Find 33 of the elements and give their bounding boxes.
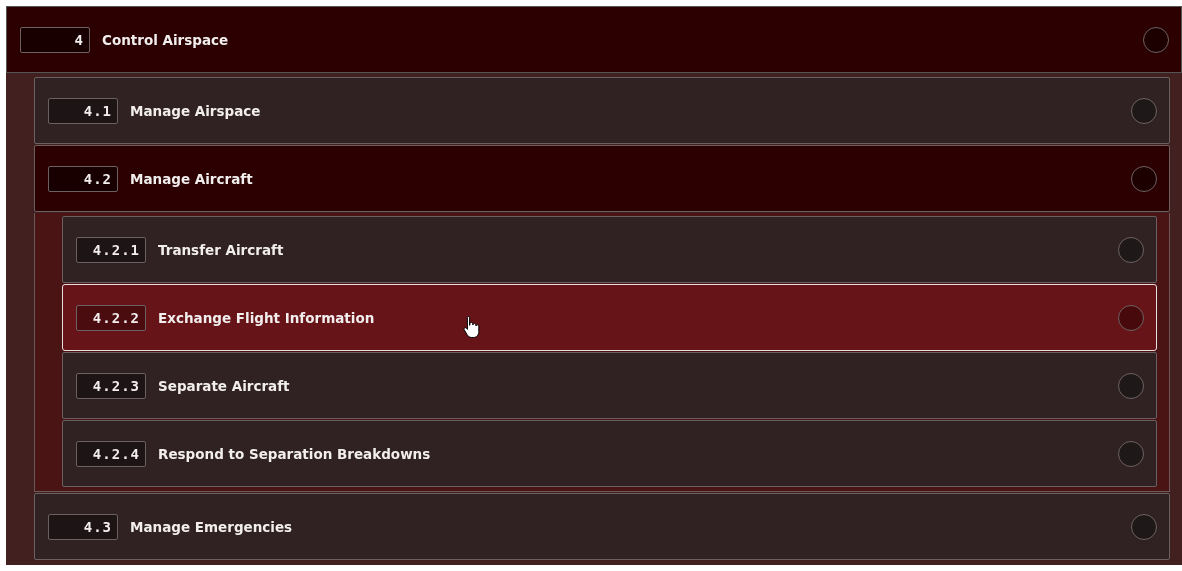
item-number: 4.1 [48, 97, 118, 124]
status-circle-icon [1118, 304, 1144, 331]
item-label: Manage Emergencies [130, 518, 293, 535]
item-number: 4.2.2 [76, 304, 146, 331]
tree-item[interactable]: 4.1 Manage Airspace [34, 77, 1170, 144]
status-circle-icon [1143, 26, 1169, 53]
item-label: Manage Aircraft [130, 170, 253, 187]
status-circle-icon [1118, 236, 1144, 263]
item-label: Exchange Flight Information [158, 309, 375, 326]
status-circle-icon [1118, 440, 1144, 467]
item-number: 4.2 [48, 165, 118, 192]
tree-item[interactable]: 4.2.2 Exchange Flight Information [62, 284, 1157, 351]
tree-item[interactable]: 4.2.1 Transfer Aircraft [62, 216, 1157, 283]
tree-item[interactable]: 4 Control Airspace [6, 6, 1182, 73]
tree-item[interactable]: 4.2.3 Separate Aircraft [62, 352, 1157, 419]
item-number: 4.2.1 [76, 236, 146, 263]
item-number: 4 [20, 26, 90, 53]
status-circle-icon [1118, 372, 1144, 399]
item-label: Control Airspace [102, 31, 229, 48]
tree-item[interactable]: 4.3 Manage Emergencies [34, 493, 1170, 560]
status-circle-icon [1131, 97, 1157, 124]
status-circle-icon [1131, 165, 1157, 192]
item-number: 4.2.3 [76, 372, 146, 399]
item-label: Transfer Aircraft [158, 241, 284, 258]
item-label: Respond to Separation Breakdowns [158, 445, 431, 462]
item-label: Manage Airspace [130, 102, 261, 119]
item-number: 4.3 [48, 513, 118, 540]
tree-item[interactable]: 4.2.4 Respond to Separation Breakdowns [62, 420, 1157, 487]
tree-item[interactable]: 4.2 Manage Aircraft [34, 145, 1170, 212]
hand-cursor-icon [463, 315, 481, 339]
status-circle-icon [1131, 513, 1157, 540]
item-label: Separate Aircraft [158, 377, 290, 394]
item-number: 4.2.4 [76, 440, 146, 467]
